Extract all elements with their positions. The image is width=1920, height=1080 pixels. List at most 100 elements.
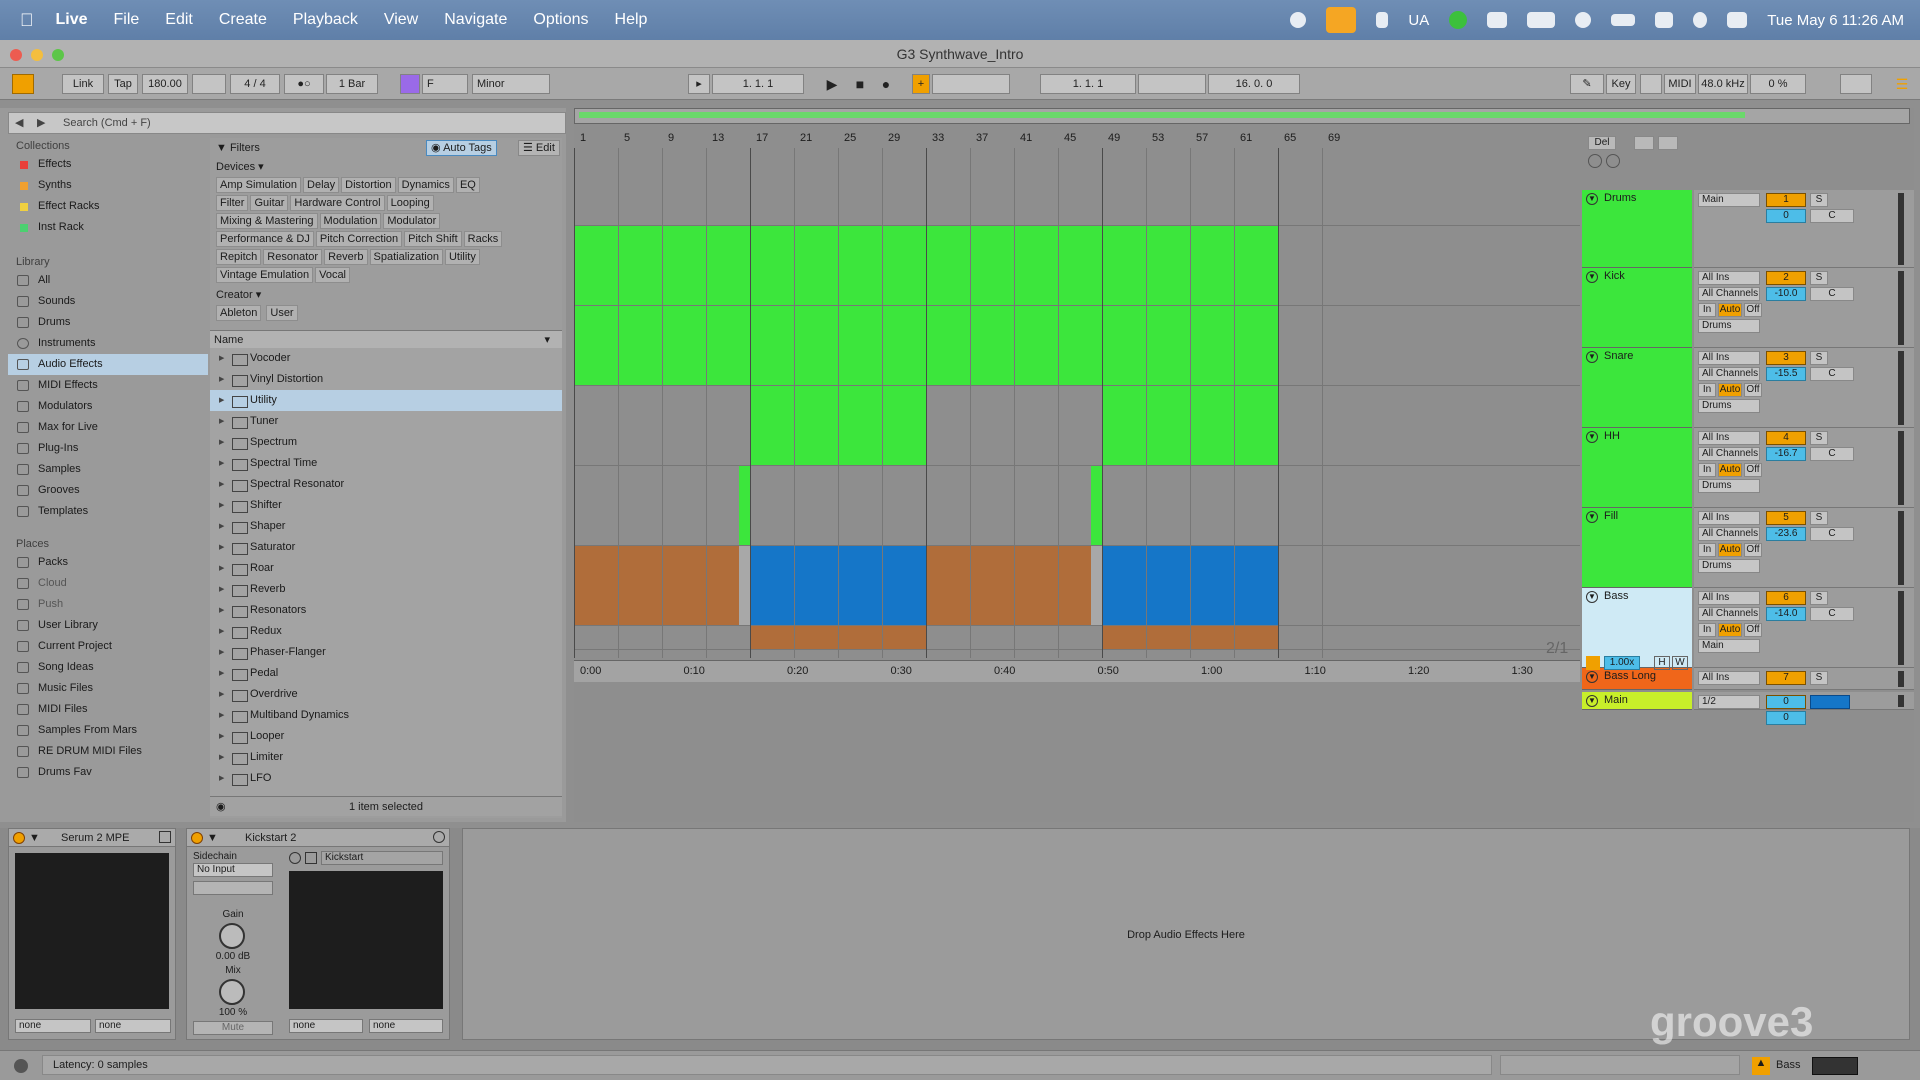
browser-item-looper[interactable]: Looper [210,726,562,747]
lane-hh[interactable] [574,386,1580,466]
loop-length-field[interactable]: 16. 0. 0 [1208,74,1300,94]
tap-tempo-button[interactable]: Tap [108,74,138,94]
track-number[interactable]: 5 [1766,511,1806,525]
creator-heading[interactable]: Creator ▾ [210,286,562,304]
input-select[interactable]: All Ins [1698,671,1760,685]
monitor-off[interactable]: Off [1744,623,1762,637]
pan-field[interactable]: C [1810,447,1854,461]
mini-overview[interactable] [1500,1055,1740,1075]
record-status-icon[interactable] [1290,12,1307,28]
tag-modulator[interactable]: Modulator [383,213,441,229]
lock-icon[interactable] [1658,136,1678,150]
tag-vintage-emulation[interactable]: Vintage Emulation [216,267,314,283]
tag-performance-dj[interactable]: Performance & DJ [216,231,314,247]
browser-item-limiter[interactable]: Limiter [210,747,562,768]
tag-looping[interactable]: Looping [386,195,434,211]
monitor-off[interactable]: Off [1744,463,1762,477]
tag-delay[interactable]: Delay [303,177,340,193]
browser-item-resonators[interactable]: Resonators [210,600,562,621]
tag-distortion[interactable]: Distortion [341,177,396,193]
collection-synths[interactable]: Synths [8,175,208,196]
monitor-auto[interactable]: Auto [1718,543,1742,557]
monitor-in[interactable]: In [1698,623,1716,637]
channel-select[interactable]: All Channels [1698,527,1760,541]
browser-item-phaser-flanger[interactable]: Phaser-Flanger [210,642,562,663]
track-fold-icon[interactable]: ▼ [1586,511,1598,523]
collection-effect-racks[interactable]: Effect Racks [8,196,208,217]
expand-icon[interactable] [1634,136,1654,150]
track-fold-icon[interactable]: ▼ [1586,591,1598,603]
input-select[interactable]: All Ins [1698,431,1760,445]
loop-start-field[interactable]: 1. 1. 1 [1040,74,1136,94]
time-signature-field[interactable]: 4 / 4 [230,74,280,94]
library-grooves[interactable]: Grooves [8,480,208,501]
overdub-button[interactable]: + [912,74,930,94]
monitor-off[interactable]: Off [1744,303,1762,317]
w-button[interactable]: W [1672,656,1688,670]
tag-user[interactable]: User [266,305,298,321]
bolt-icon[interactable] [1376,12,1389,28]
library-drums[interactable]: Drums [8,312,208,333]
track-fold-icon[interactable]: ▼ [1586,351,1598,363]
close-window-button[interactable] [10,49,22,61]
output-select[interactable]: Drums [1698,479,1760,493]
save-icon[interactable] [305,852,317,864]
menu-playback[interactable]: Playback [293,11,358,29]
search-icon[interactable] [1693,12,1708,28]
add-track-icon[interactable] [1588,154,1602,168]
browser-item-roar[interactable]: Roar [210,558,562,579]
lane-fill[interactable] [574,466,1580,546]
track-header-kick[interactable]: ▼ Kick [1582,268,1692,348]
cue-volume[interactable] [1810,695,1850,709]
pan-field[interactable]: C [1810,209,1854,223]
none-select-1[interactable]: none [15,1019,91,1033]
draw-mode-icon[interactable]: ✎ [1570,74,1604,94]
menu-view[interactable]: View [384,11,418,29]
input-select[interactable]: All Ins [1698,591,1760,605]
volume-field[interactable]: -14.0 [1766,607,1806,621]
place-cloud[interactable]: Cloud [8,573,208,594]
tag-utility[interactable]: Utility [444,249,480,265]
metronome-button[interactable]: ●○ [284,74,324,94]
mix-knob[interactable] [219,979,245,1005]
play-circle-icon[interactable] [1575,12,1592,28]
browser-item-reverb[interactable]: Reverb [210,579,562,600]
menu-create[interactable]: Create [219,11,267,29]
library-instruments[interactable]: Instruments [8,333,208,354]
info-icon[interactable] [14,1059,28,1073]
channel-select[interactable]: All Channels [1698,447,1760,461]
sidechain-select[interactable]: No Input [193,863,273,877]
back-arrow-icon[interactable]: ◀ [15,113,23,133]
browser-item-vocoder[interactable]: Vocoder [210,348,562,369]
play-button[interactable]: ▶ [820,74,844,94]
input-select[interactable]: All Ins [1698,351,1760,365]
bass-clip[interactable] [926,546,1091,625]
lane-snare[interactable] [574,306,1580,386]
green-status-icon[interactable] [1449,11,1468,29]
menu-help[interactable]: Help [615,11,648,29]
browser-item-spectral-resonator[interactable]: Spectral Resonator [210,474,562,495]
none-select-2[interactable]: none [95,1019,171,1033]
library-templates[interactable]: Templates [8,501,208,522]
volume-field[interactable]: -23.6 [1766,527,1806,541]
device-power-icon[interactable] [191,832,203,844]
fill-clip[interactable] [1091,466,1102,545]
volume-field[interactable]: -16.7 [1766,447,1806,461]
name-column-header[interactable]: Name ▾ [210,330,562,348]
quantize-menu[interactable]: 1 Bar [326,74,378,94]
view-switch-icon[interactable] [1812,1057,1858,1075]
track-fold-icon[interactable]: ▼ [1586,695,1598,707]
tag-ableton[interactable]: Ableton [216,305,262,321]
menu-app[interactable]: Live [56,11,88,29]
lane-drums[interactable] [574,148,1580,226]
tag-pitch-shift[interactable]: Pitch Shift [404,231,462,247]
channel-select[interactable]: All Channels [1698,287,1760,301]
lane-bass-long[interactable] [574,626,1580,650]
volume-field[interactable]: -10.0 [1766,287,1806,301]
beat-ruler[interactable]: 1 5 9 13 17 21 25 29 33 37 41 45 49 53 57 61 65 69 [574,132,1580,146]
track-fold-icon[interactable]: ▼ [1586,671,1598,683]
output-select[interactable]: Drums [1698,559,1760,573]
tag-reverb[interactable]: Reverb [324,249,368,265]
preview-icon[interactable]: ◉ [216,797,226,817]
browser-item-tuner[interactable]: Tuner [210,411,562,432]
